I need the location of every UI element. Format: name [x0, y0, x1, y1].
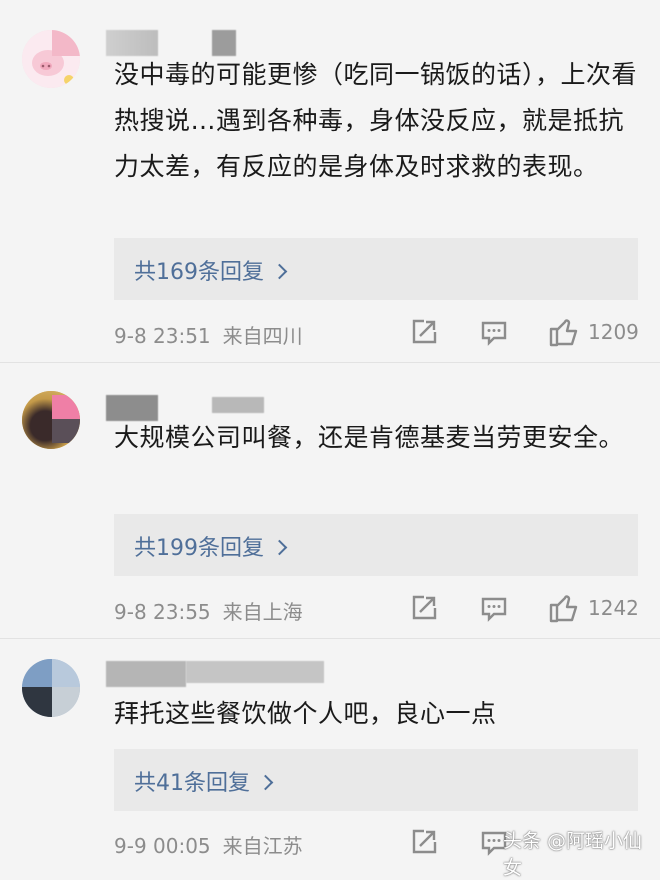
comment-time: 9-9 00:05	[114, 834, 211, 858]
comment-time: 9-8 23:55	[114, 600, 211, 624]
chevron-right-icon	[271, 539, 288, 556]
comment-location: 来自四川	[222, 324, 303, 348]
comment-location: 来自上海	[222, 600, 303, 624]
username-blurred[interactable]	[106, 661, 186, 687]
comment-time: 9-8 23:51	[114, 324, 211, 348]
username-blurred[interactable]	[212, 397, 264, 413]
user-avatar[interactable]	[22, 659, 80, 717]
repost-icon[interactable]	[410, 594, 438, 622]
comment-meta: 9-8 23:55 来自上海	[114, 596, 303, 625]
repost-icon[interactable]	[410, 318, 438, 346]
chevron-right-icon	[271, 263, 288, 280]
like-icon[interactable]	[548, 592, 580, 624]
comment-text: 大规模公司叫餐，还是肯德基麦当劳更安全。	[114, 423, 625, 452]
user-avatar[interactable]	[22, 391, 80, 449]
chevron-right-icon	[257, 774, 274, 791]
comment-item: 大规模公司叫餐，还是肯德基麦当劳更安全。 共199条回复 9-8 23:55 来自…	[0, 363, 660, 638]
comment-item: 没中毒的可能更惨（吃同一锅饭的话），上次看热搜说…遇到各种毒，身体没反应，就是抵…	[0, 0, 660, 362]
repost-icon[interactable]	[410, 828, 438, 856]
user-avatar[interactable]	[22, 30, 80, 88]
replies-box[interactable]: 共199条回复	[114, 514, 638, 576]
comment-location: 来自江苏	[222, 834, 303, 858]
view-replies-link[interactable]: 共169条回复	[134, 254, 288, 286]
comment-icon[interactable]	[480, 319, 508, 347]
like-count: 1209	[588, 320, 639, 344]
replies-box[interactable]: 共41条回复	[114, 749, 638, 811]
comment-text: 拜托这些餐饮做个人吧，良心一点	[114, 699, 497, 728]
view-replies-link[interactable]: 共199条回复	[134, 530, 288, 562]
comment-meta: 9-9 00:05 来自江苏	[114, 830, 303, 859]
view-replies-link[interactable]: 共41条回复	[134, 765, 274, 797]
like-icon[interactable]	[548, 316, 580, 348]
comment-icon[interactable]	[480, 595, 508, 623]
username-blurred[interactable]	[186, 661, 324, 683]
like-count: 1242	[588, 596, 639, 620]
comment-meta: 9-8 23:51 来自四川	[114, 320, 303, 349]
replies-box[interactable]: 共169条回复	[114, 238, 638, 300]
comment-text: 没中毒的可能更惨（吃同一锅饭的话），上次看热搜说…遇到各种毒，身体没反应，就是抵…	[114, 60, 638, 181]
watermark: 头条 @阿瑶小仙女	[503, 830, 643, 879]
